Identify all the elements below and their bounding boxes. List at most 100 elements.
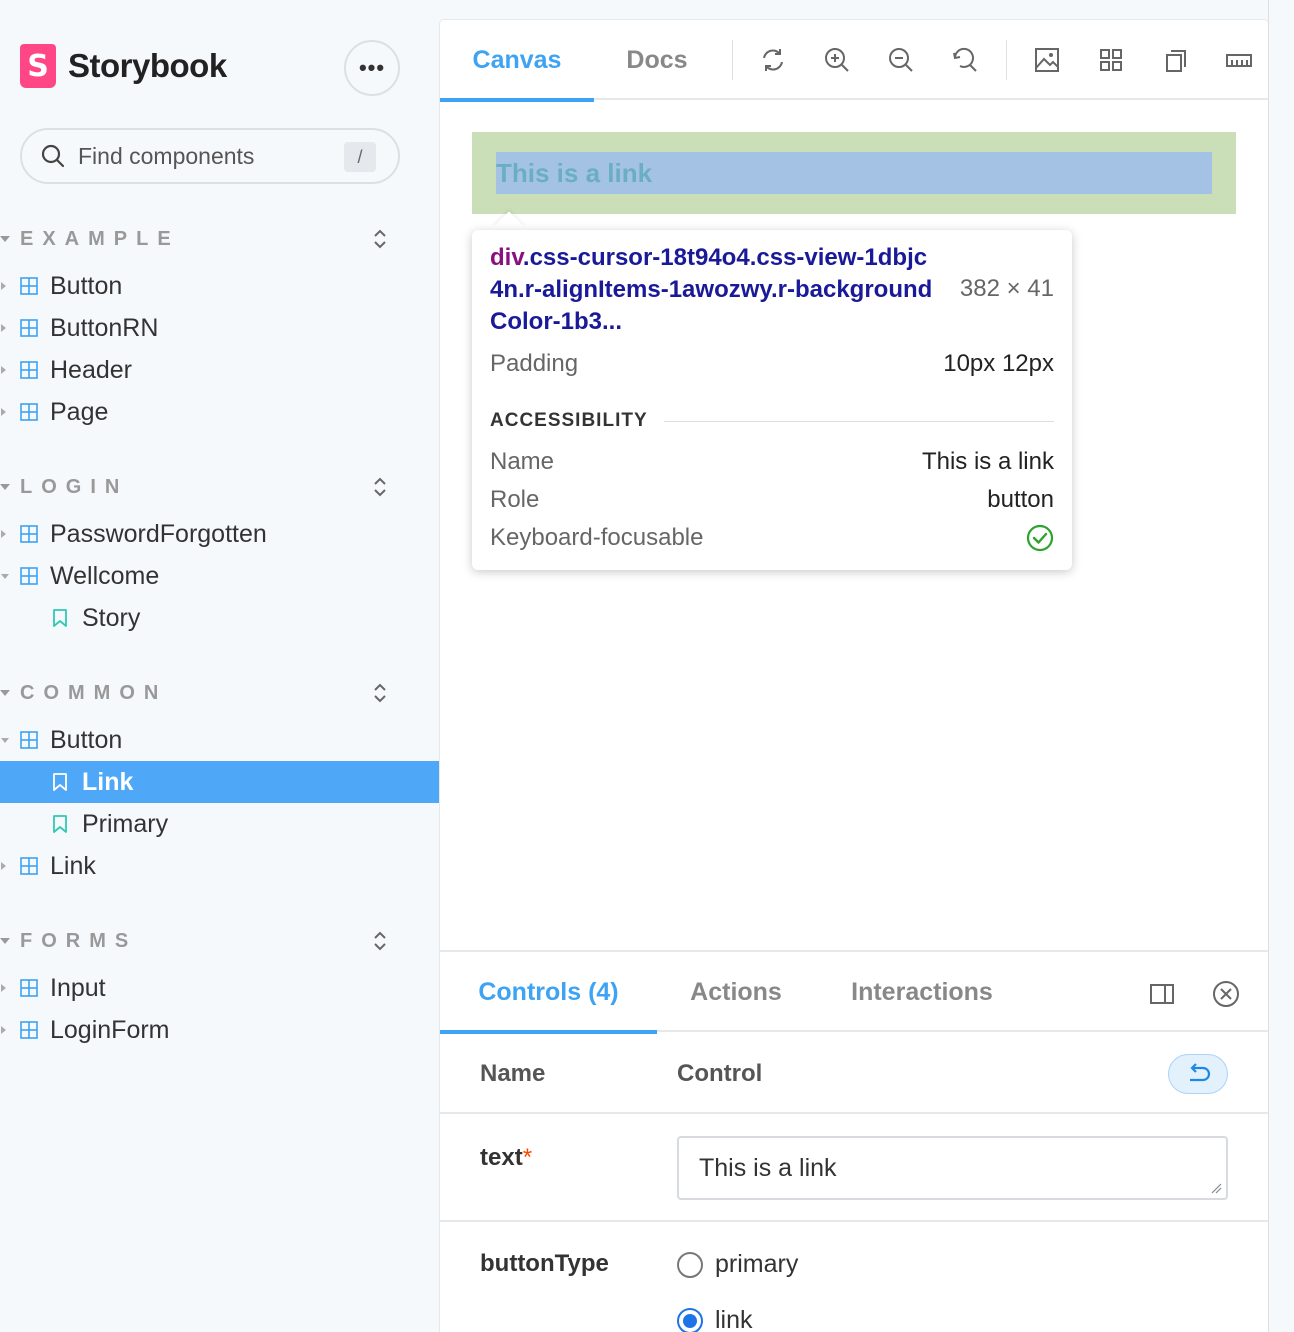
sidebar-item-login-story[interactable]: Story bbox=[0, 597, 440, 639]
window-edge bbox=[1268, 0, 1294, 1332]
sidebar-item-example-button[interactable]: Button bbox=[0, 265, 440, 307]
active-tab-indicator bbox=[440, 98, 594, 102]
padding-row: Padding 10px 12px bbox=[490, 350, 1054, 378]
tab-interactions[interactable]: Interactions bbox=[815, 952, 1029, 1032]
component-icon bbox=[20, 277, 38, 295]
expand-caret-icon bbox=[1, 984, 6, 992]
sidebar-item-label: Input bbox=[50, 973, 106, 1002]
story-bookmark-icon bbox=[53, 609, 67, 627]
zoom-out-icon[interactable] bbox=[887, 46, 915, 74]
tab-canvas[interactable]: Canvas bbox=[440, 20, 594, 102]
radio-option-link[interactable]: link bbox=[677, 1306, 753, 1332]
sidebar-item-login-passwordforgotten[interactable]: PasswordForgotten bbox=[0, 513, 440, 555]
zoom-in-icon[interactable] bbox=[823, 46, 851, 74]
a11y-focusable-row: Keyboard-focusable bbox=[490, 524, 1054, 552]
sidebar-item-forms-input[interactable]: Input bbox=[0, 967, 440, 1009]
search-box[interactable]: / bbox=[20, 128, 400, 184]
sidebar-item-example-buttonrn[interactable]: ButtonRN bbox=[0, 307, 440, 349]
reload-icon[interactable] bbox=[759, 46, 787, 74]
tab-label: Docs bbox=[626, 45, 688, 74]
brand[interactable]: S Storybook bbox=[20, 44, 227, 88]
padding-value: 10px 12px bbox=[943, 350, 1054, 377]
viewport-icon[interactable] bbox=[1161, 46, 1189, 74]
preview-link-text[interactable]: This is a link bbox=[496, 158, 652, 189]
sidebar-item-label: Button bbox=[50, 271, 123, 300]
sidebar-item-example-page[interactable]: Page bbox=[0, 391, 440, 433]
section-divider bbox=[663, 420, 1054, 422]
expand-caret-icon bbox=[1, 408, 6, 416]
resize-grip-icon[interactable] bbox=[1210, 1182, 1222, 1194]
story-bookmark-icon bbox=[53, 815, 67, 833]
radio-option-primary[interactable]: primary bbox=[677, 1250, 798, 1279]
radio-unchecked-icon[interactable] bbox=[677, 1251, 703, 1278]
sidebar: S Storybook ••• / EXAMPLE Button ButtonR… bbox=[0, 0, 440, 1332]
tab-label: Canvas bbox=[472, 45, 562, 74]
reset-controls-button[interactable] bbox=[1168, 1054, 1228, 1094]
sidebar-item-login-wellcome[interactable]: Wellcome bbox=[0, 555, 440, 597]
radio-label: link bbox=[715, 1306, 753, 1332]
check-circle-icon bbox=[1026, 524, 1054, 552]
panel-orientation-icon[interactable] bbox=[1148, 980, 1176, 1008]
sidebar-item-label: Wellcome bbox=[50, 561, 160, 590]
tab-label: Controls (4) bbox=[478, 977, 619, 1006]
preview-highlight-content[interactable]: This is a link bbox=[496, 152, 1212, 194]
sidebar-item-common-link[interactable]: Link bbox=[0, 845, 440, 887]
control-row-text: text* This is a link bbox=[440, 1116, 1268, 1222]
expand-collapse-icon[interactable] bbox=[372, 474, 388, 500]
a11y-name-label: Name bbox=[490, 448, 555, 475]
radio-checked-icon[interactable] bbox=[677, 1307, 703, 1332]
expand-collapse-icon[interactable] bbox=[372, 928, 388, 954]
text-control-input[interactable]: This is a link bbox=[677, 1136, 1228, 1200]
required-asterisk: * bbox=[522, 1144, 533, 1171]
tab-controls[interactable]: Controls (4) bbox=[440, 952, 657, 1034]
group-header-login[interactable]: LOGIN bbox=[0, 472, 400, 502]
component-icon bbox=[20, 525, 38, 543]
component-icon bbox=[20, 567, 38, 585]
zoom-reset-icon[interactable] bbox=[951, 46, 979, 74]
sidebar-item-label: Page bbox=[50, 397, 109, 426]
sidebar-item-common-button[interactable]: Button bbox=[0, 719, 440, 761]
component-icon bbox=[20, 361, 38, 379]
prop-name: buttonType bbox=[480, 1250, 609, 1277]
tab-docs[interactable]: Docs bbox=[594, 20, 720, 100]
control-row-buttontype: buttonType primary link bbox=[440, 1222, 1268, 1332]
main-panel: Canvas Docs This is a link div.css-curso… bbox=[440, 20, 1268, 1332]
element-selector: div.css-cursor-18t94o4.css-view-1dbjc4n.… bbox=[490, 242, 940, 338]
selector-classes: .css-cursor-18t94o4.css-view-1dbjc4n.r-a… bbox=[490, 244, 933, 335]
prop-name: text* bbox=[480, 1144, 532, 1172]
group-title: COMMON bbox=[20, 681, 168, 704]
close-panel-icon[interactable] bbox=[1212, 980, 1240, 1008]
group-collapse-caret-icon bbox=[0, 484, 10, 490]
group-header-forms[interactable]: FORMS bbox=[0, 926, 400, 956]
component-icon bbox=[20, 857, 38, 875]
expand-caret-icon bbox=[1, 282, 6, 290]
sidebar-item-common-button-link[interactable]: Link bbox=[0, 761, 440, 803]
component-icon bbox=[20, 731, 38, 749]
sidebar-item-common-button-primary[interactable]: Primary bbox=[0, 803, 440, 845]
group-header-common[interactable]: COMMON bbox=[0, 678, 400, 708]
sidebar-item-label: ButtonRN bbox=[50, 313, 159, 342]
sidebar-item-example-header[interactable]: Header bbox=[0, 349, 440, 391]
element-size: 382 × 41 bbox=[959, 275, 1054, 302]
expand-caret-icon bbox=[1, 1026, 6, 1034]
tab-actions[interactable]: Actions bbox=[657, 952, 815, 1032]
sidebar-item-label: Link bbox=[82, 767, 134, 796]
addon-tab-bar: Controls (4) Actions Interactions bbox=[440, 952, 1268, 1034]
tab-label: Actions bbox=[690, 977, 782, 1006]
a11y-focusable-label: Keyboard-focusable bbox=[490, 524, 704, 551]
grid-icon[interactable] bbox=[1097, 46, 1125, 74]
measure-icon[interactable] bbox=[1225, 46, 1253, 74]
search-icon bbox=[41, 144, 65, 168]
group-collapse-caret-icon bbox=[0, 938, 10, 944]
expand-collapse-icon[interactable] bbox=[372, 680, 388, 706]
background-icon[interactable] bbox=[1033, 46, 1061, 74]
expand-collapse-icon[interactable] bbox=[372, 226, 388, 252]
sidebar-item-forms-loginform[interactable]: LoginForm bbox=[0, 1009, 440, 1051]
column-header-control: Control bbox=[677, 1060, 763, 1087]
more-options-button[interactable]: ••• bbox=[344, 40, 400, 96]
undo-icon bbox=[1190, 1063, 1211, 1082]
search-input[interactable] bbox=[78, 142, 328, 170]
group-header-example[interactable]: EXAMPLE bbox=[0, 224, 400, 254]
expand-caret-icon bbox=[1, 324, 6, 332]
collapse-caret-icon bbox=[1, 737, 9, 743]
